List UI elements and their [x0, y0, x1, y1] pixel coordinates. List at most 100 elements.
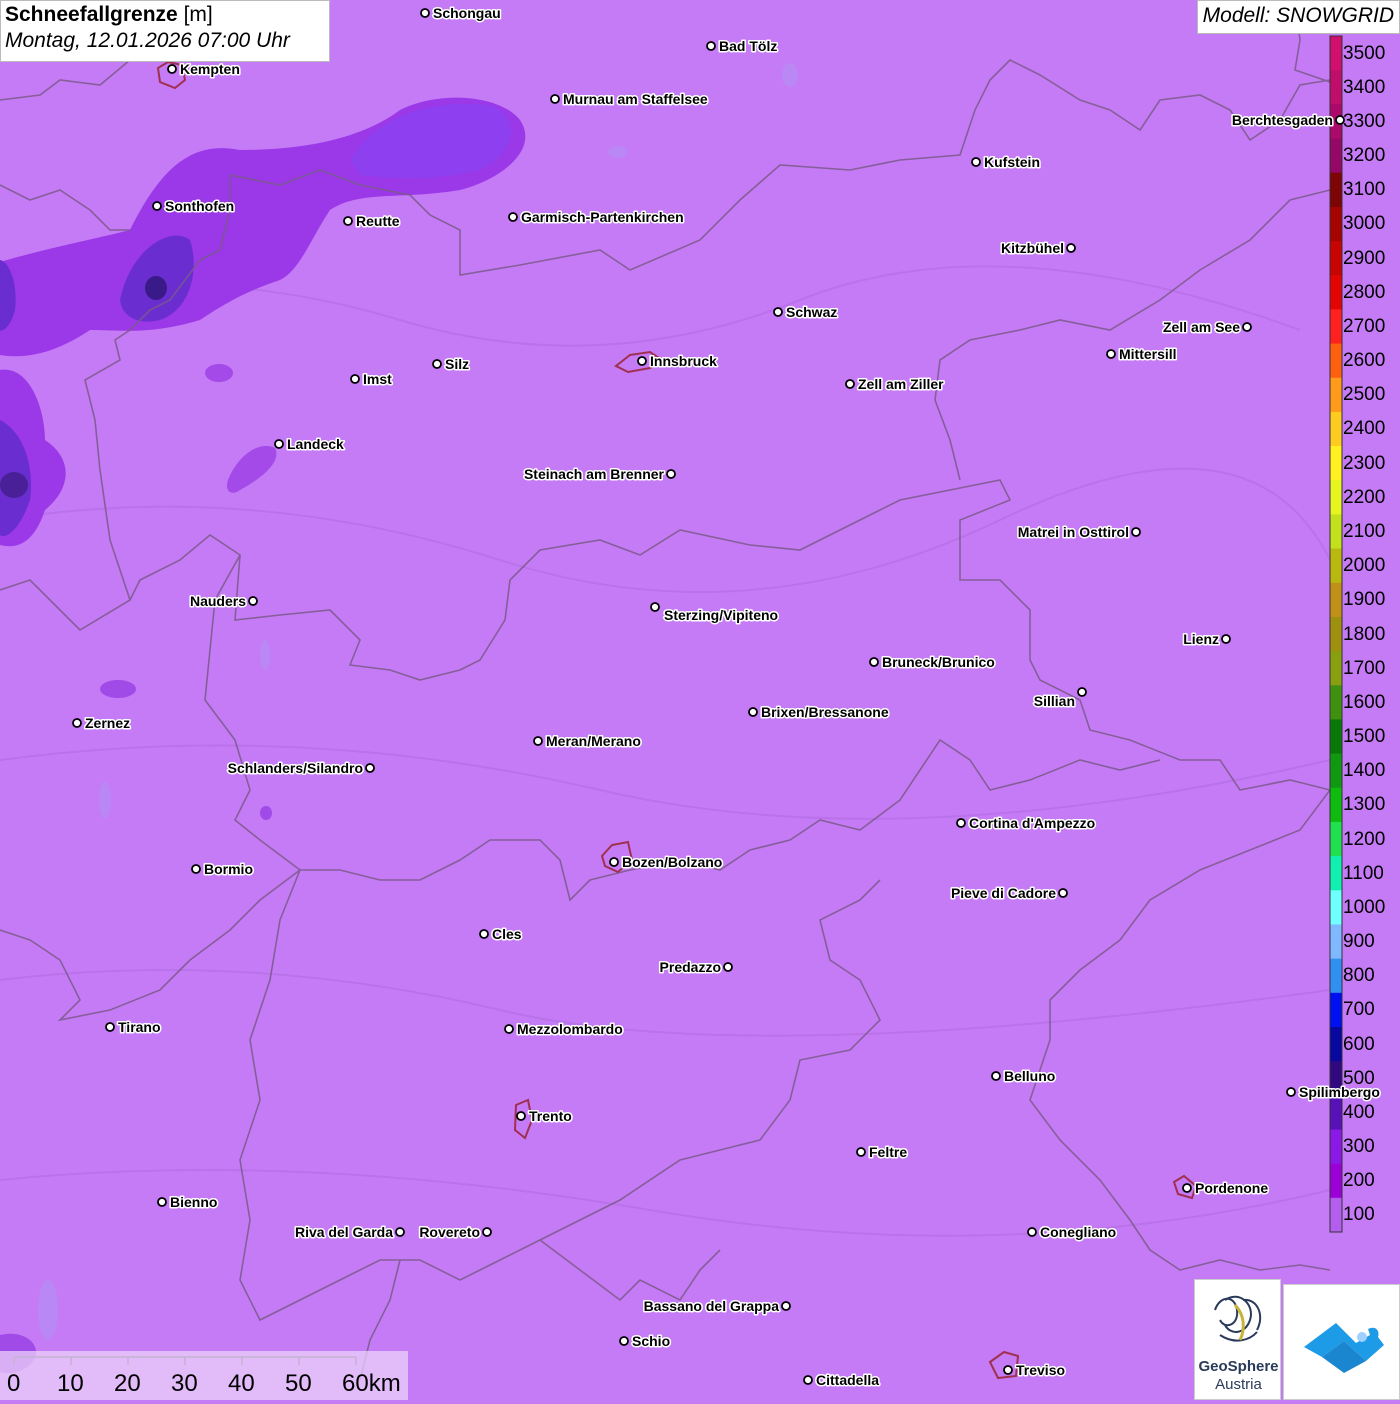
legend-swatch: [1330, 924, 1342, 960]
place-marker: [971, 157, 981, 167]
place-marker: [167, 64, 177, 74]
place-marker: [1003, 1365, 1013, 1375]
legend-label: 2500: [1343, 384, 1386, 406]
place-marker: [157, 1197, 167, 1207]
place-marker: [1182, 1183, 1192, 1193]
place-label: Lienz: [1183, 631, 1219, 647]
legend-swatch: [1330, 138, 1342, 174]
place-label: Garmisch-Partenkirchen: [521, 209, 684, 225]
place-label: Pieve di Cadore: [951, 885, 1056, 901]
place-marker: [609, 857, 619, 867]
place-label: Schongau: [433, 5, 501, 21]
geosphere-name: GeoSphere: [1198, 1358, 1279, 1375]
legend-label: 3400: [1343, 76, 1386, 98]
place-label: Conegliano: [1040, 1224, 1116, 1240]
place-marker: [420, 8, 430, 18]
legend-label: 1600: [1343, 691, 1386, 713]
legend-colorbar: [1329, 35, 1343, 1233]
place-marker: [1077, 687, 1087, 697]
place-marker: [516, 1111, 526, 1121]
place-marker: [395, 1227, 405, 1237]
scale-label: 40: [228, 1370, 255, 1397]
place-marker: [748, 707, 758, 717]
scale-label: 10: [57, 1370, 84, 1397]
place-label: Feltre: [869, 1144, 907, 1160]
place-marker: [706, 41, 716, 51]
legend-label: 1800: [1343, 623, 1386, 645]
place-label: Zernez: [85, 715, 130, 731]
legend-label: 1700: [1343, 657, 1386, 679]
place-label: Silz: [445, 356, 469, 372]
place-label: Matrei in Osttirol: [1018, 524, 1129, 540]
place-label: Trento: [529, 1108, 572, 1124]
legend-swatch: [1330, 377, 1342, 413]
model-label: Modell: SNOWGRID: [1196, 0, 1400, 34]
place-marker: [432, 359, 442, 369]
place-marker: [191, 864, 201, 874]
legend-label: 1300: [1343, 794, 1386, 816]
place-marker: [482, 1227, 492, 1237]
place-label: Schwaz: [786, 304, 837, 320]
legend-swatch: [1330, 1163, 1342, 1199]
place-marker: [637, 356, 647, 366]
place-marker: [274, 439, 284, 449]
legend-swatch: [1330, 309, 1342, 345]
legend-label: 1500: [1343, 726, 1386, 747]
place-label: Kufstein: [984, 154, 1040, 170]
legend-label: 1900: [1343, 589, 1386, 611]
snow-app-logo[interactable]: [1283, 1284, 1400, 1400]
legend-label: 2100: [1343, 520, 1386, 542]
title-box: Schneefallgrenze [m] Montag, 12.01.2026 …: [0, 0, 330, 62]
legend-swatch: [1330, 1026, 1342, 1062]
place-label: Bassano del Grappa: [644, 1298, 780, 1314]
place-label: Landeck: [287, 436, 344, 452]
legend-label: 1100: [1343, 862, 1384, 884]
legend-label: 100: [1343, 1204, 1375, 1226]
scale-label: 60km: [342, 1370, 401, 1397]
place-label: Reutte: [356, 213, 400, 229]
place-label: Predazzo: [660, 959, 721, 975]
place-marker: [1106, 349, 1116, 359]
legend-swatch: [1330, 992, 1342, 1028]
map-title: Schneefallgrenze [m]: [5, 3, 325, 27]
place-marker: [365, 763, 375, 773]
legend-label: 2600: [1343, 350, 1386, 372]
place-marker: [1058, 888, 1068, 898]
legend-label: 3300: [1343, 110, 1386, 132]
legend-swatch: [1330, 275, 1342, 310]
scale-box: 0 10 20 30 40 50 60km: [0, 1351, 408, 1400]
legend-swatch: [1330, 1129, 1342, 1165]
place-label: Treviso: [1016, 1362, 1065, 1378]
legend-swatch: [1330, 480, 1342, 515]
legend-swatch: [1330, 172, 1342, 208]
place-marker: [1221, 634, 1231, 644]
legend-swatch: [1330, 890, 1342, 925]
place-marker: [152, 201, 162, 211]
place-label: Zell am Ziller: [858, 376, 944, 392]
legend-label: 2300: [1343, 452, 1386, 474]
legend-swatch: [1330, 753, 1342, 789]
geosphere-logo[interactable]: GeoSphere Austria: [1194, 1279, 1281, 1400]
place-label: Kempten: [180, 61, 240, 77]
place-marker: [1066, 243, 1076, 253]
legend-label: 200: [1343, 1170, 1375, 1192]
legend-swatch: [1330, 582, 1342, 618]
legend-swatch: [1330, 958, 1342, 994]
snowfall-line-map[interactable]: Schongau Bad Tölz Kempten Murnau am Staffel…: [0, 0, 1400, 1400]
place-label: Bruneck/Brunico: [882, 654, 995, 670]
place-label: Cittadella: [816, 1372, 879, 1388]
scale-label: 30: [171, 1370, 198, 1397]
legend-swatch: [1330, 719, 1342, 755]
place-label: Schio: [632, 1333, 670, 1349]
legend-label: 2200: [1343, 486, 1386, 508]
scale-label: 50: [285, 1370, 312, 1397]
place-marker: [1286, 1087, 1296, 1097]
legend-label: 800: [1343, 965, 1375, 987]
place-marker: [504, 1024, 514, 1034]
place-label: Pordenone: [1195, 1180, 1268, 1196]
place-label: Nauders: [190, 593, 246, 609]
place-label: Mittersill: [1119, 346, 1177, 362]
legend-swatch: [1330, 616, 1342, 652]
scale-label: 0: [7, 1370, 21, 1397]
place-label: Sonthofen: [165, 198, 234, 214]
